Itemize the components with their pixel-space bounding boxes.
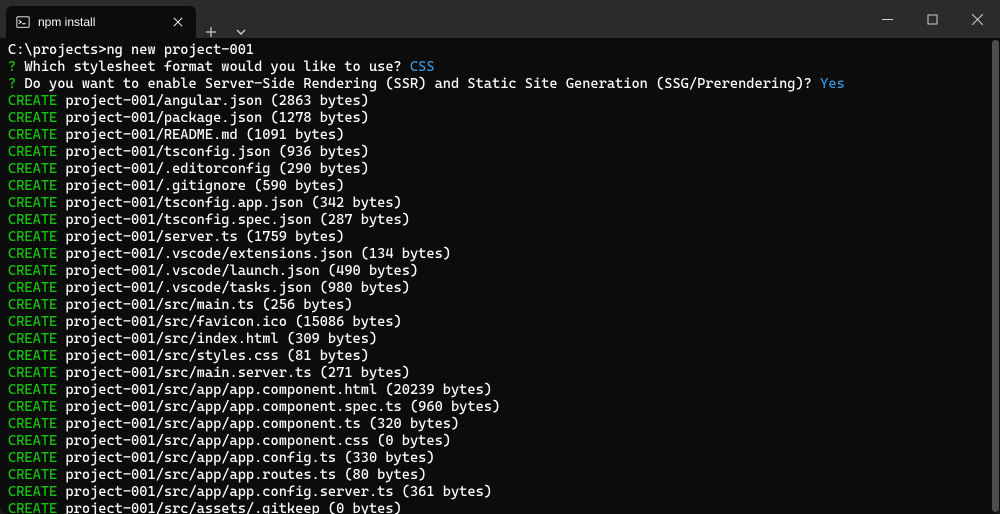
cli-question-ssr: ? Do you want to enable Server-Side Rend… <box>8 76 992 93</box>
tab-npm-install[interactable]: npm install <box>6 6 196 38</box>
create-line: CREATE project-001/src/main.ts (256 byte… <box>8 297 992 314</box>
window-titlebar: npm install <box>0 0 1000 38</box>
create-line: CREATE project-001/README.md (1091 bytes… <box>8 127 992 144</box>
create-line: CREATE project-001/package.json (1278 by… <box>8 110 992 127</box>
create-line: CREATE project-001/src/assets/.gitkeep (… <box>8 501 992 514</box>
create-line: CREATE project-001/.vscode/extensions.js… <box>8 246 992 263</box>
close-window-button[interactable] <box>955 0 1000 38</box>
create-line: CREATE project-001/.vscode/tasks.json (9… <box>8 280 992 297</box>
create-line: CREATE project-001/angular.json (2863 by… <box>8 93 992 110</box>
create-line: CREATE project-001/src/app/app.component… <box>8 382 992 399</box>
terminal-output[interactable]: C:\projects>ng new project-001? Which st… <box>0 38 1000 514</box>
typed-command: ng new project-001 <box>106 42 254 58</box>
create-line: CREATE project-001/src/main.server.ts (2… <box>8 365 992 382</box>
create-line: CREATE project-001/server.ts (1759 bytes… <box>8 229 992 246</box>
maximize-button[interactable] <box>910 0 955 38</box>
prompt-path: C:\projects> <box>8 42 106 58</box>
prompt-line: C:\projects>ng new project-001 <box>8 42 992 59</box>
create-line: CREATE project-001/tsconfig.json (936 by… <box>8 144 992 161</box>
new-tab-button[interactable] <box>196 26 226 38</box>
create-line: CREATE project-001/src/favicon.ico (1508… <box>8 314 992 331</box>
create-line: CREATE project-001/.gitignore (590 bytes… <box>8 178 992 195</box>
create-line: CREATE project-001/.editorconfig (290 by… <box>8 161 992 178</box>
create-line: CREATE project-001/src/app/app.component… <box>8 399 992 416</box>
tab-strip: npm install <box>0 0 256 38</box>
create-line: CREATE project-001/src/index.html (309 b… <box>8 331 992 348</box>
terminal-scrollbar[interactable] <box>992 40 999 512</box>
scrollbar-thumb[interactable] <box>992 40 999 512</box>
create-line: CREATE project-001/src/styles.css (81 by… <box>8 348 992 365</box>
create-line: CREATE project-001/src/app/app.routes.ts… <box>8 467 992 484</box>
create-line: CREATE project-001/src/app/app.component… <box>8 416 992 433</box>
create-line: CREATE project-001/.vscode/launch.json (… <box>8 263 992 280</box>
window-controls <box>865 0 1000 38</box>
create-line: CREATE project-001/src/app/app.component… <box>8 433 992 450</box>
tab-close-button[interactable] <box>170 14 186 30</box>
minimize-button[interactable] <box>865 0 910 38</box>
create-line: CREATE project-001/src/app/app.config.se… <box>8 484 992 501</box>
tab-title: npm install <box>38 15 162 29</box>
titlebar-drag-region[interactable] <box>256 0 865 38</box>
create-line: CREATE project-001/src/app/app.config.ts… <box>8 450 992 467</box>
terminal-icon <box>16 15 30 29</box>
create-line: CREATE project-001/tsconfig.spec.json (2… <box>8 212 992 229</box>
tab-dropdown-button[interactable] <box>226 26 256 38</box>
create-line: CREATE project-001/tsconfig.app.json (34… <box>8 195 992 212</box>
cli-question-stylesheet: ? Which stylesheet format would you like… <box>8 59 992 76</box>
